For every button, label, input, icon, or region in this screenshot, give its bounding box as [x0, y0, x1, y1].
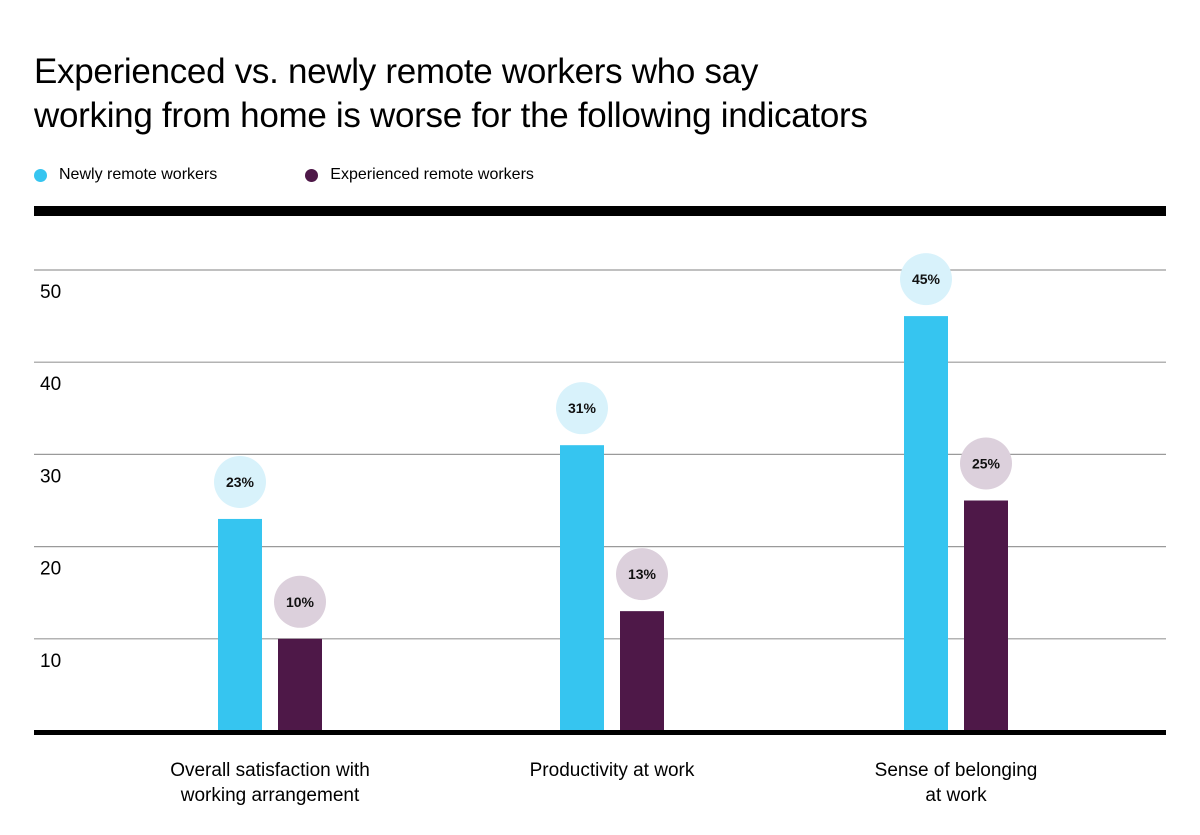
- x-tick-label-0: Overall satisfaction with working arrange…: [170, 760, 370, 806]
- y-tick-label-40: 40: [40, 374, 61, 395]
- bar-newly-1: [560, 445, 604, 731]
- bar-experienced-2: [964, 500, 1008, 731]
- x-tick-label-2: Sense of belonging at work: [874, 760, 1038, 806]
- bar-newly-0: [218, 518, 262, 731]
- data-label-0-2: 45%: [912, 271, 941, 287]
- data-label-1-0: 10%: [286, 594, 315, 610]
- bar-newly-2: [904, 316, 948, 731]
- data-label-1-1: 13%: [628, 566, 657, 582]
- data-label-1-2: 25%: [972, 456, 1001, 472]
- data-label-0-0: 23%: [226, 474, 255, 490]
- data-label-0-1: 31%: [568, 400, 597, 416]
- bar-experienced-0: [278, 638, 322, 731]
- y-tick-label-10: 10: [40, 651, 61, 672]
- y-tick-label-50: 50: [40, 282, 61, 303]
- x-tick-label-1: Productivity at work: [529, 760, 695, 781]
- y-tick-label-20: 20: [40, 559, 61, 580]
- bar-chart: 10 20 30 40 50 23% 31% 45% 10% 13% 25%: [34, 253, 1166, 735]
- x-axis-baseline: [34, 730, 1166, 735]
- y-tick-label-30: 30: [40, 466, 61, 487]
- bar-experienced-1: [620, 611, 664, 731]
